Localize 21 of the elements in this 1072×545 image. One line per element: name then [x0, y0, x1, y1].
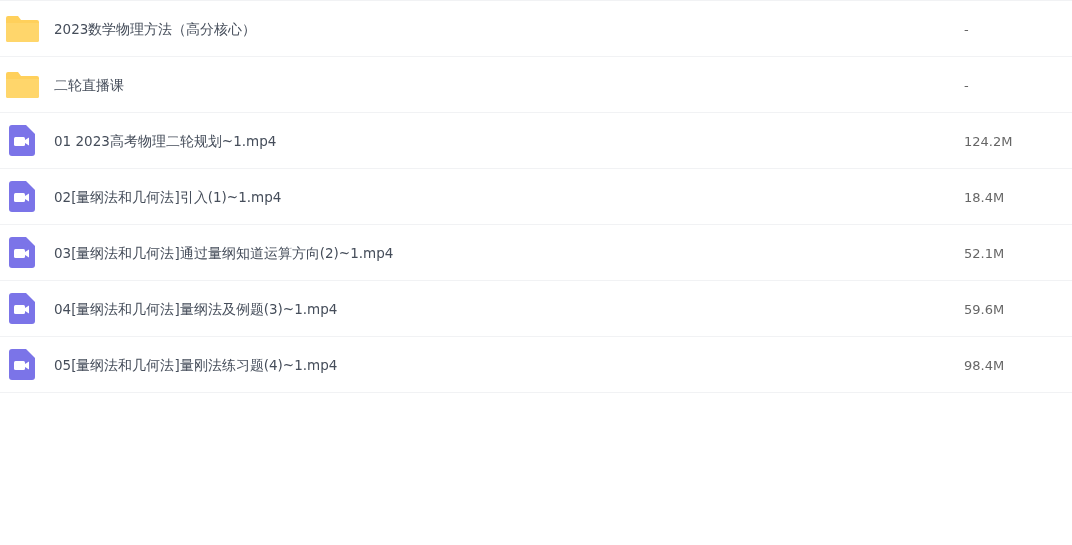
folder-icon	[5, 15, 39, 42]
video-file-icon	[9, 293, 35, 324]
file-size: -	[964, 78, 969, 93]
file-name[interactable]: 03[量纲法和几何法]通过量纲知道运算方向(2)~1.mp4	[54, 244, 394, 261]
file-name[interactable]: 04[量纲法和几何法]量纲法及例题(3)~1.mp4	[54, 300, 338, 317]
file-name[interactable]: 2023数学物理方法（高分核心）	[54, 20, 257, 37]
file-name[interactable]: 二轮直播课	[54, 76, 124, 93]
file-size: 52.1M	[964, 246, 1005, 261]
folder-icon	[5, 71, 39, 98]
file-name[interactable]: 05[量纲法和几何法]量刚法练习题(4)~1.mp4	[54, 356, 338, 373]
file-size: -	[964, 22, 969, 37]
file-name[interactable]: 01 2023高考物理二轮规划~1.mp4	[54, 132, 277, 149]
file-name[interactable]: 02[量纲法和几何法]引入(1)~1.mp4	[54, 188, 282, 205]
video-file-icon	[9, 181, 35, 212]
video-file-icon	[9, 349, 35, 380]
file-size: 59.6M	[964, 302, 1005, 317]
file-size: 98.4M	[964, 358, 1005, 373]
file-size: 124.2M	[964, 134, 1013, 149]
video-file-icon	[9, 237, 35, 268]
file-size: 18.4M	[964, 190, 1005, 205]
video-file-icon	[9, 125, 35, 156]
